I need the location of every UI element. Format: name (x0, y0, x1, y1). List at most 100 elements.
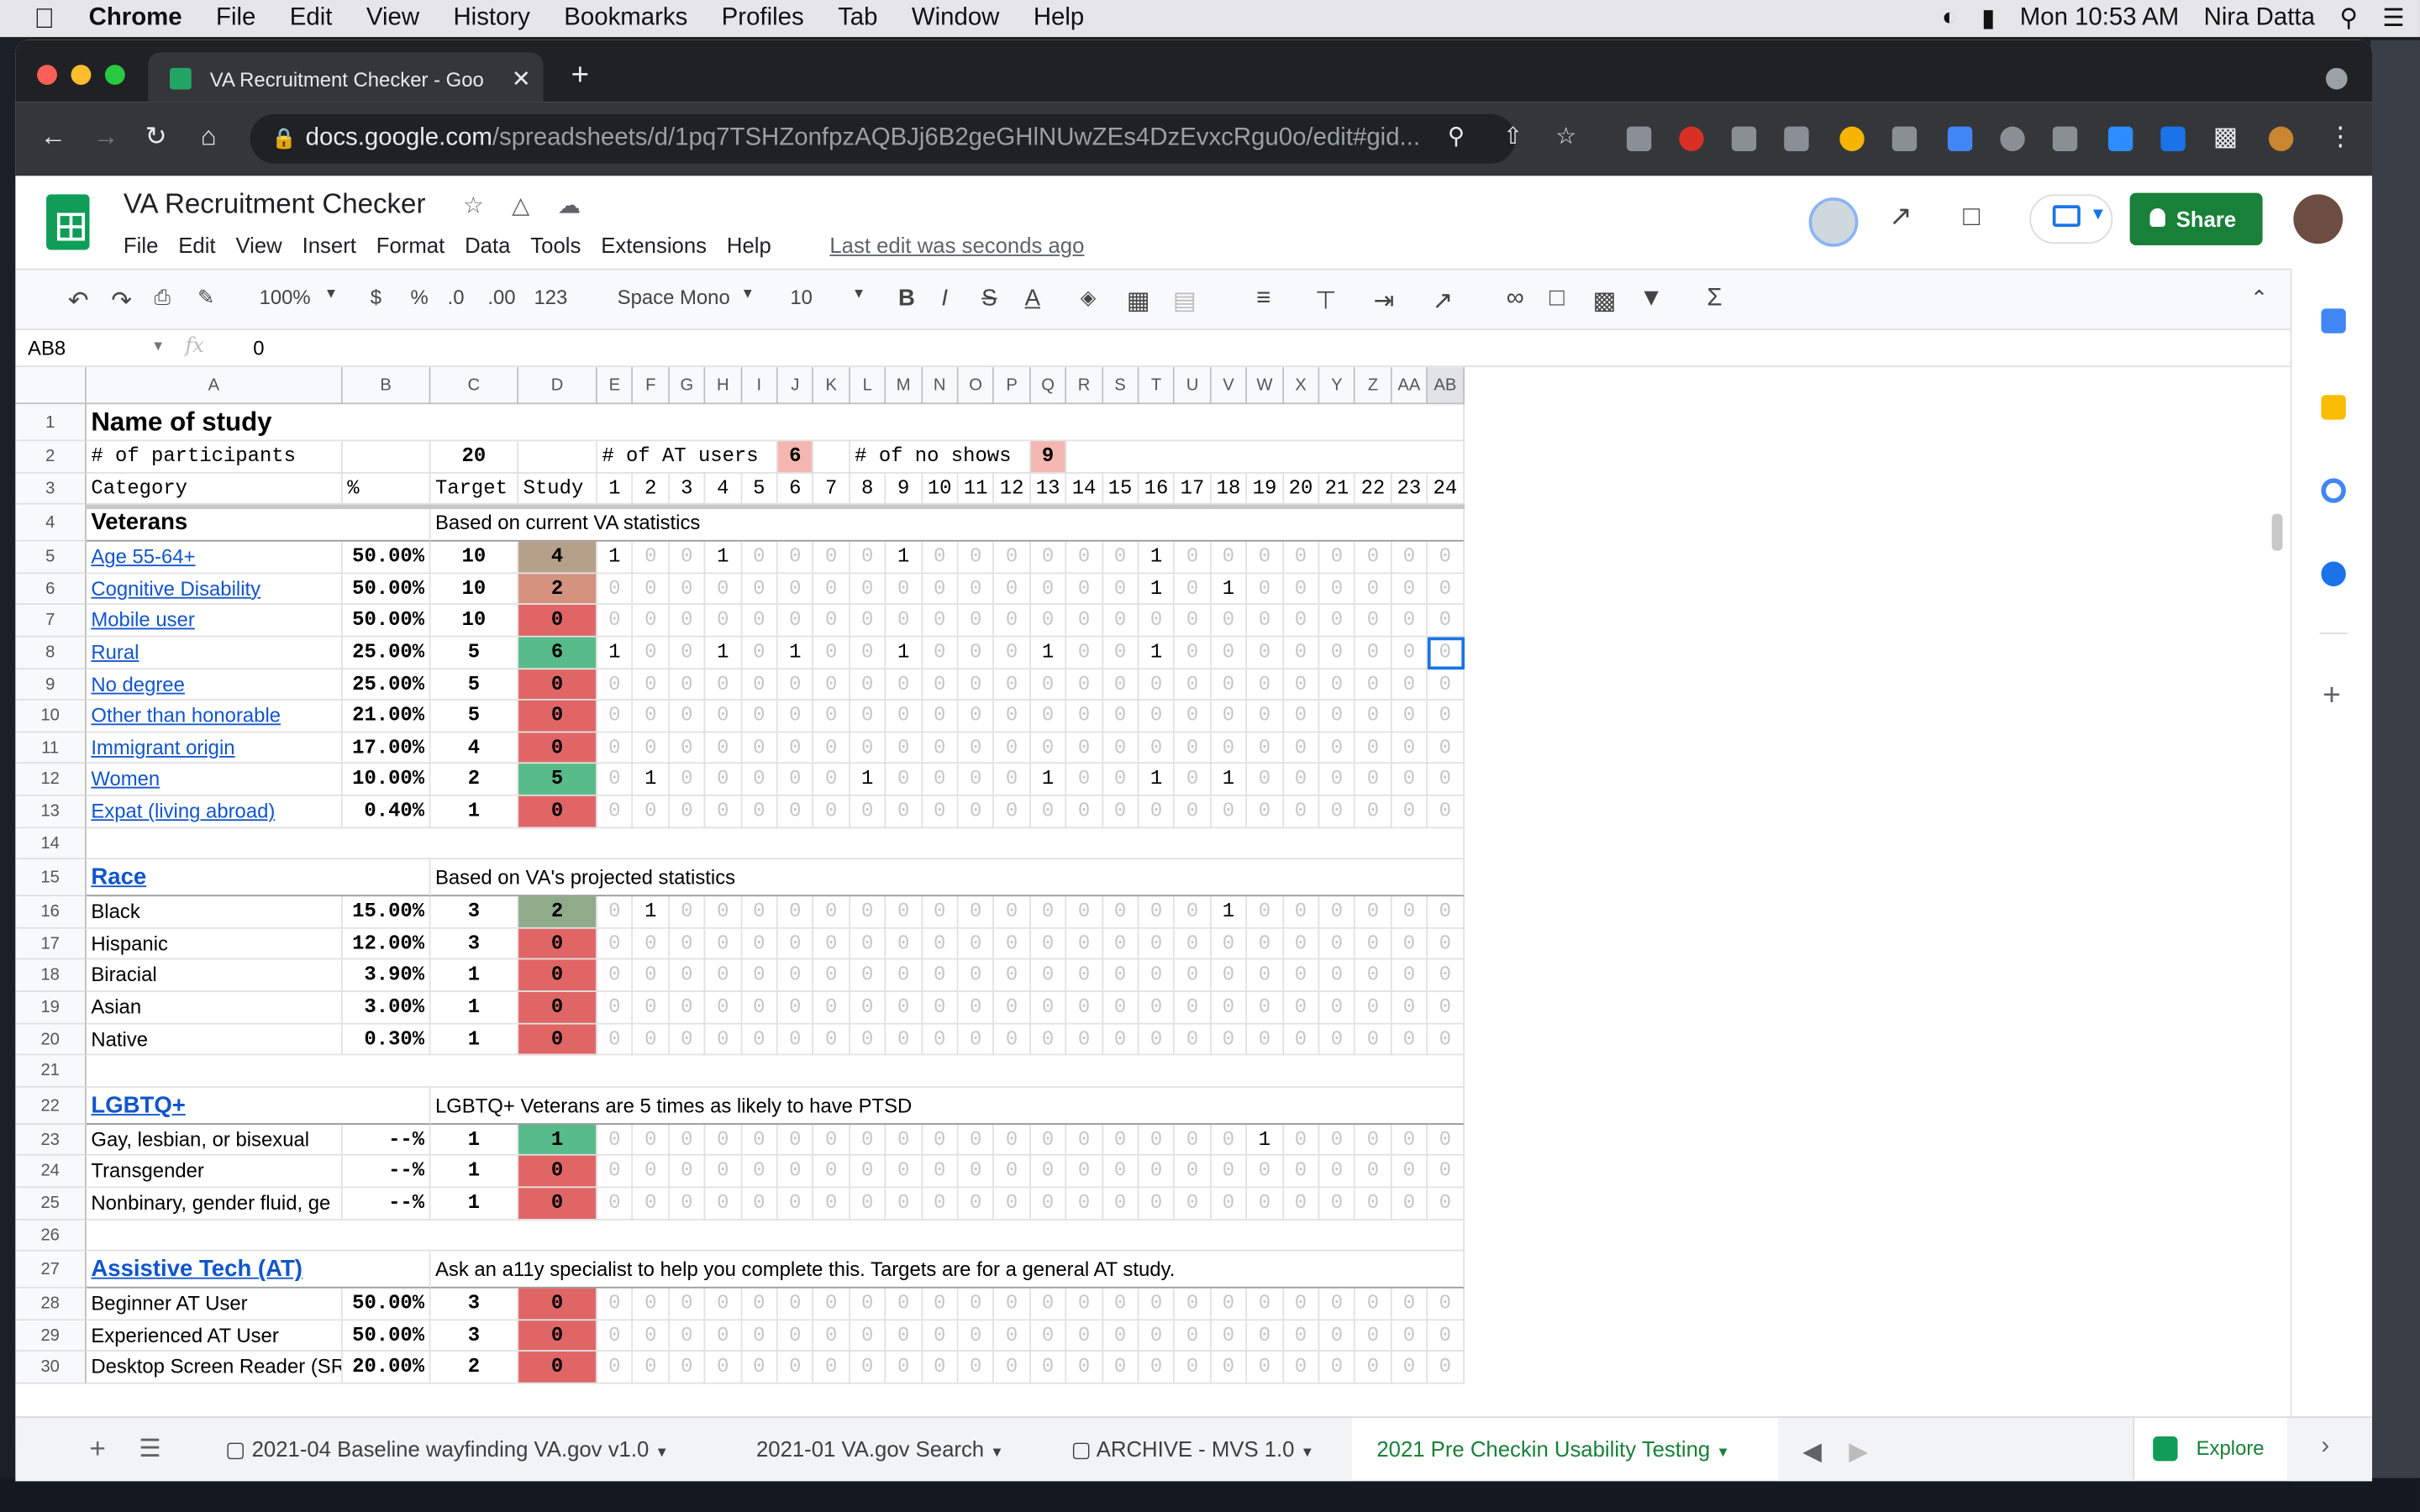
participant-cell[interactable]: 0 (850, 960, 886, 992)
participant-cell[interactable]: 0 (994, 991, 1031, 1024)
participant-cell[interactable]: 0 (669, 573, 706, 606)
participant-cell[interactable]: 0 (1283, 637, 1320, 669)
participant-cell[interactable]: 0 (922, 1188, 959, 1221)
participant-cell[interactable]: 0 (886, 1124, 923, 1157)
participant-cell[interactable]: 0 (922, 1023, 959, 1056)
reload-icon[interactable]: ↻ (145, 122, 167, 153)
percent-cell[interactable]: 10.00% (342, 764, 431, 796)
study-count-cell[interactable]: 0 (518, 605, 597, 638)
participant-cell[interactable]: 0 (1066, 1352, 1103, 1384)
select-all-corner[interactable] (15, 367, 87, 405)
participant-cell[interactable]: 0 (633, 1124, 670, 1157)
participant-cell[interactable]: 0 (1319, 1320, 1356, 1352)
column-header-i[interactable]: I (741, 367, 778, 405)
participant-cell[interactable]: 0 (777, 1320, 814, 1352)
participant-cell[interactable]: 0 (1319, 896, 1356, 929)
participant-cell[interactable]: 0 (633, 1156, 670, 1189)
participant-cell[interactable]: 0 (886, 1188, 923, 1221)
participant-cell[interactable]: 0 (1175, 928, 1212, 961)
participant-cell[interactable]: 0 (1319, 1352, 1356, 1384)
row-header[interactable]: 22 (15, 1087, 87, 1125)
participant-cell[interactable]: 0 (922, 896, 959, 929)
participant-cell[interactable]: 0 (1030, 605, 1067, 638)
participant-cell[interactable]: 0 (994, 1124, 1031, 1157)
participant-cell[interactable]: 0 (1066, 1188, 1103, 1221)
zoom-window-button[interactable] (104, 65, 125, 86)
participant-cell[interactable]: 0 (1211, 669, 1248, 701)
participant-cell[interactable]: 0 (1392, 542, 1428, 574)
participant-number[interactable]: 17 (1175, 473, 1212, 505)
participant-cell[interactable]: 0 (1428, 896, 1465, 929)
row-header[interactable]: 17 (15, 928, 87, 961)
spotlight-icon[interactable]: ⚲ (2339, 3, 2358, 34)
participant-cell[interactable]: 0 (597, 1288, 634, 1320)
participant-cell[interactable]: 0 (994, 764, 1031, 796)
participant-cell[interactable]: 0 (1428, 991, 1465, 1024)
extension-icon[interactable] (1731, 126, 1757, 151)
participant-cell[interactable]: 0 (994, 1156, 1031, 1189)
last-edit-link[interactable]: Last edit was seconds ago (829, 233, 1084, 257)
participant-cell[interactable]: 0 (1247, 928, 1284, 961)
participant-cell[interactable]: 0 (777, 573, 814, 606)
participant-cell[interactable]: 0 (813, 669, 850, 701)
participant-cell[interactable]: 0 (1102, 991, 1139, 1024)
participant-cell[interactable]: 0 (1211, 1188, 1248, 1221)
extensions-puzzle-icon[interactable]: ▩ (2213, 122, 2238, 153)
participant-cell[interactable]: 0 (1102, 1023, 1139, 1056)
row-header[interactable]: 23 (15, 1124, 87, 1157)
participant-cell[interactable]: 0 (813, 605, 850, 638)
participant-cell[interactable]: 0 (1211, 701, 1248, 733)
participant-cell[interactable]: 0 (1428, 1156, 1465, 1189)
study-count-cell[interactable]: 0 (518, 1188, 597, 1221)
participant-cell[interactable]: 0 (597, 795, 634, 828)
participant-number[interactable]: 12 (994, 473, 1031, 505)
participant-cell[interactable]: 0 (1066, 1156, 1103, 1189)
merge-cells-icon[interactable]: ▤ (1173, 286, 1197, 317)
participant-cell[interactable]: 0 (1355, 605, 1392, 638)
study-count-cell[interactable]: 0 (518, 1352, 597, 1384)
participant-cell[interactable]: 0 (1392, 795, 1428, 828)
participant-cell[interactable]: 0 (1428, 1288, 1465, 1320)
participant-cell[interactable]: 0 (633, 637, 670, 669)
participant-cell[interactable]: 0 (705, 1124, 742, 1157)
participant-cell[interactable]: 0 (1030, 1288, 1067, 1320)
category-name[interactable]: Beginner AT User (86, 1288, 343, 1320)
participant-number[interactable]: 21 (1319, 473, 1356, 505)
participant-cell[interactable]: 0 (813, 1288, 850, 1320)
participant-cell[interactable]: 0 (813, 1023, 850, 1056)
participant-cell[interactable]: 0 (633, 991, 670, 1024)
participant-cell[interactable]: 0 (813, 1124, 850, 1157)
participant-cell[interactable]: 0 (1428, 701, 1465, 733)
participant-cell[interactable]: 0 (1428, 1320, 1465, 1352)
participant-cell[interactable]: 0 (958, 960, 995, 992)
column-header-u[interactable]: U (1175, 367, 1212, 405)
participant-cell[interactable]: 0 (922, 960, 959, 992)
participant-cell[interactable]: 0 (1392, 573, 1428, 606)
participant-cell[interactable]: 0 (922, 1320, 959, 1352)
column-label-percent[interactable]: % (342, 473, 431, 505)
participant-cell[interactable]: 0 (1211, 960, 1248, 992)
participant-cell[interactable]: 0 (1283, 896, 1320, 929)
participant-cell[interactable]: 0 (1355, 1188, 1392, 1221)
participant-cell[interactable]: 0 (1139, 669, 1176, 701)
participant-cell[interactable]: 0 (705, 896, 742, 929)
target-cell[interactable]: 2 (430, 1352, 519, 1384)
category-name[interactable]: Hispanic (86, 928, 343, 961)
participant-cell[interactable]: 0 (850, 1320, 886, 1352)
participant-cell[interactable]: 0 (597, 1156, 634, 1189)
participant-cell[interactable]: 0 (922, 637, 959, 669)
participant-cell[interactable]: 0 (1355, 732, 1392, 764)
column-header-ab[interactable]: AB (1428, 367, 1465, 405)
functions-icon[interactable]: Σ (1707, 286, 1722, 313)
participant-cell[interactable]: 0 (633, 1188, 670, 1221)
column-label-target[interactable]: Target (430, 473, 519, 505)
participant-cell[interactable]: 0 (994, 1288, 1031, 1320)
participant-cell[interactable]: 0 (922, 991, 959, 1024)
participant-cell[interactable]: 0 (669, 928, 706, 961)
participant-cell[interactable]: 0 (669, 991, 706, 1024)
row-header[interactable]: 18 (15, 960, 87, 992)
column-header-a[interactable]: A (86, 367, 343, 405)
participant-cell[interactable]: 0 (1319, 928, 1356, 961)
add-addon-icon[interactable]: + (2323, 679, 2340, 714)
participant-cell[interactable]: 1 (705, 542, 742, 574)
